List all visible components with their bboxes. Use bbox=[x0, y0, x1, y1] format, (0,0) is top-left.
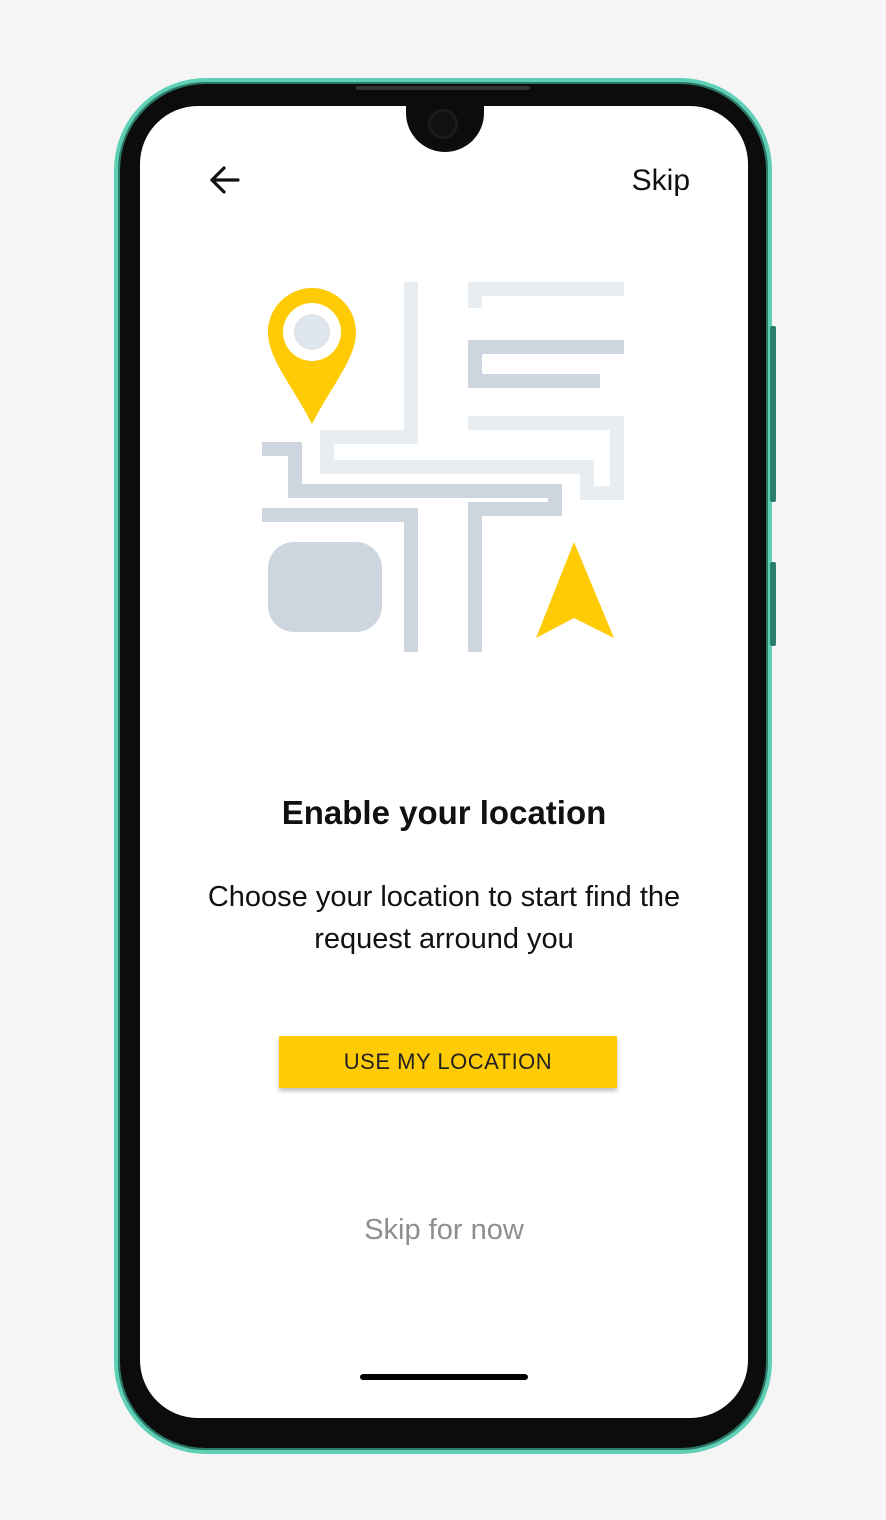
navigation-arrow-icon bbox=[536, 542, 614, 638]
home-indicator[interactable] bbox=[360, 1374, 528, 1380]
page-subtitle: Choose your location to start find the r… bbox=[207, 881, 681, 955]
skip-for-now-link[interactable]: Skip for now bbox=[140, 1214, 748, 1247]
power-button bbox=[770, 562, 776, 646]
light-roads bbox=[320, 282, 624, 500]
earpiece bbox=[356, 86, 530, 90]
volume-button bbox=[770, 326, 776, 502]
location-pin-icon bbox=[268, 288, 356, 424]
map-illustration bbox=[262, 282, 624, 652]
screen: Skip Enable your location Choose your lo… bbox=[140, 106, 748, 1418]
stage: Skip Enable your location Choose your lo… bbox=[0, 0, 886, 1520]
use-my-location-button[interactable]: USE MY LOCATION bbox=[279, 1036, 617, 1088]
page-title: Enable your location bbox=[281, 794, 607, 831]
